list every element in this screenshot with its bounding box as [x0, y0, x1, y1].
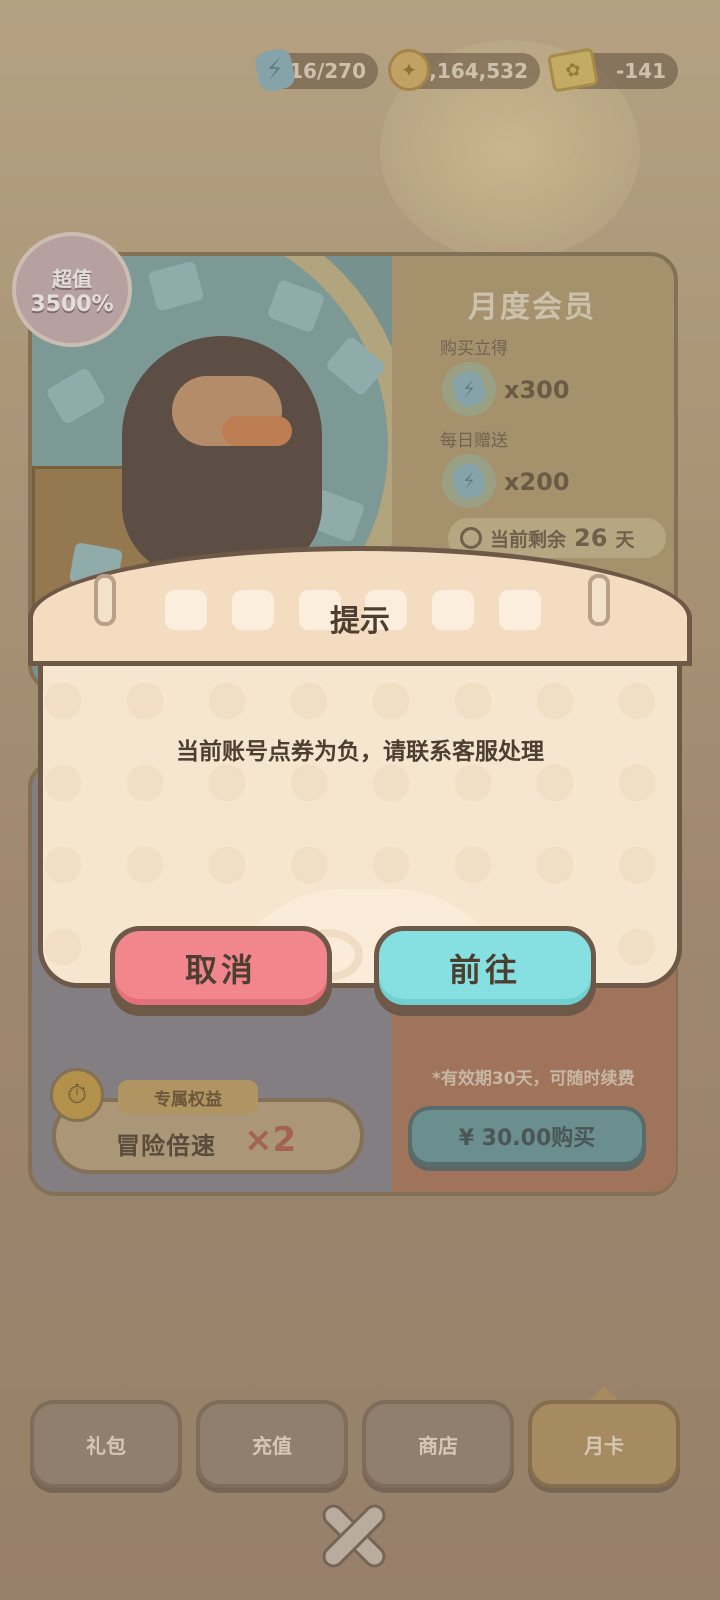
dialog-message: 当前账号点券为负，请联系客服处理: [176, 739, 544, 765]
go-button[interactable]: 前往: [374, 926, 596, 1010]
dialog-title: 提示: [330, 604, 390, 639]
alert-dialog: 提示 当前账号点券为负，请联系客服处理 取消 前往: [28, 546, 692, 1010]
cancel-button[interactable]: 取消: [110, 926, 332, 1010]
